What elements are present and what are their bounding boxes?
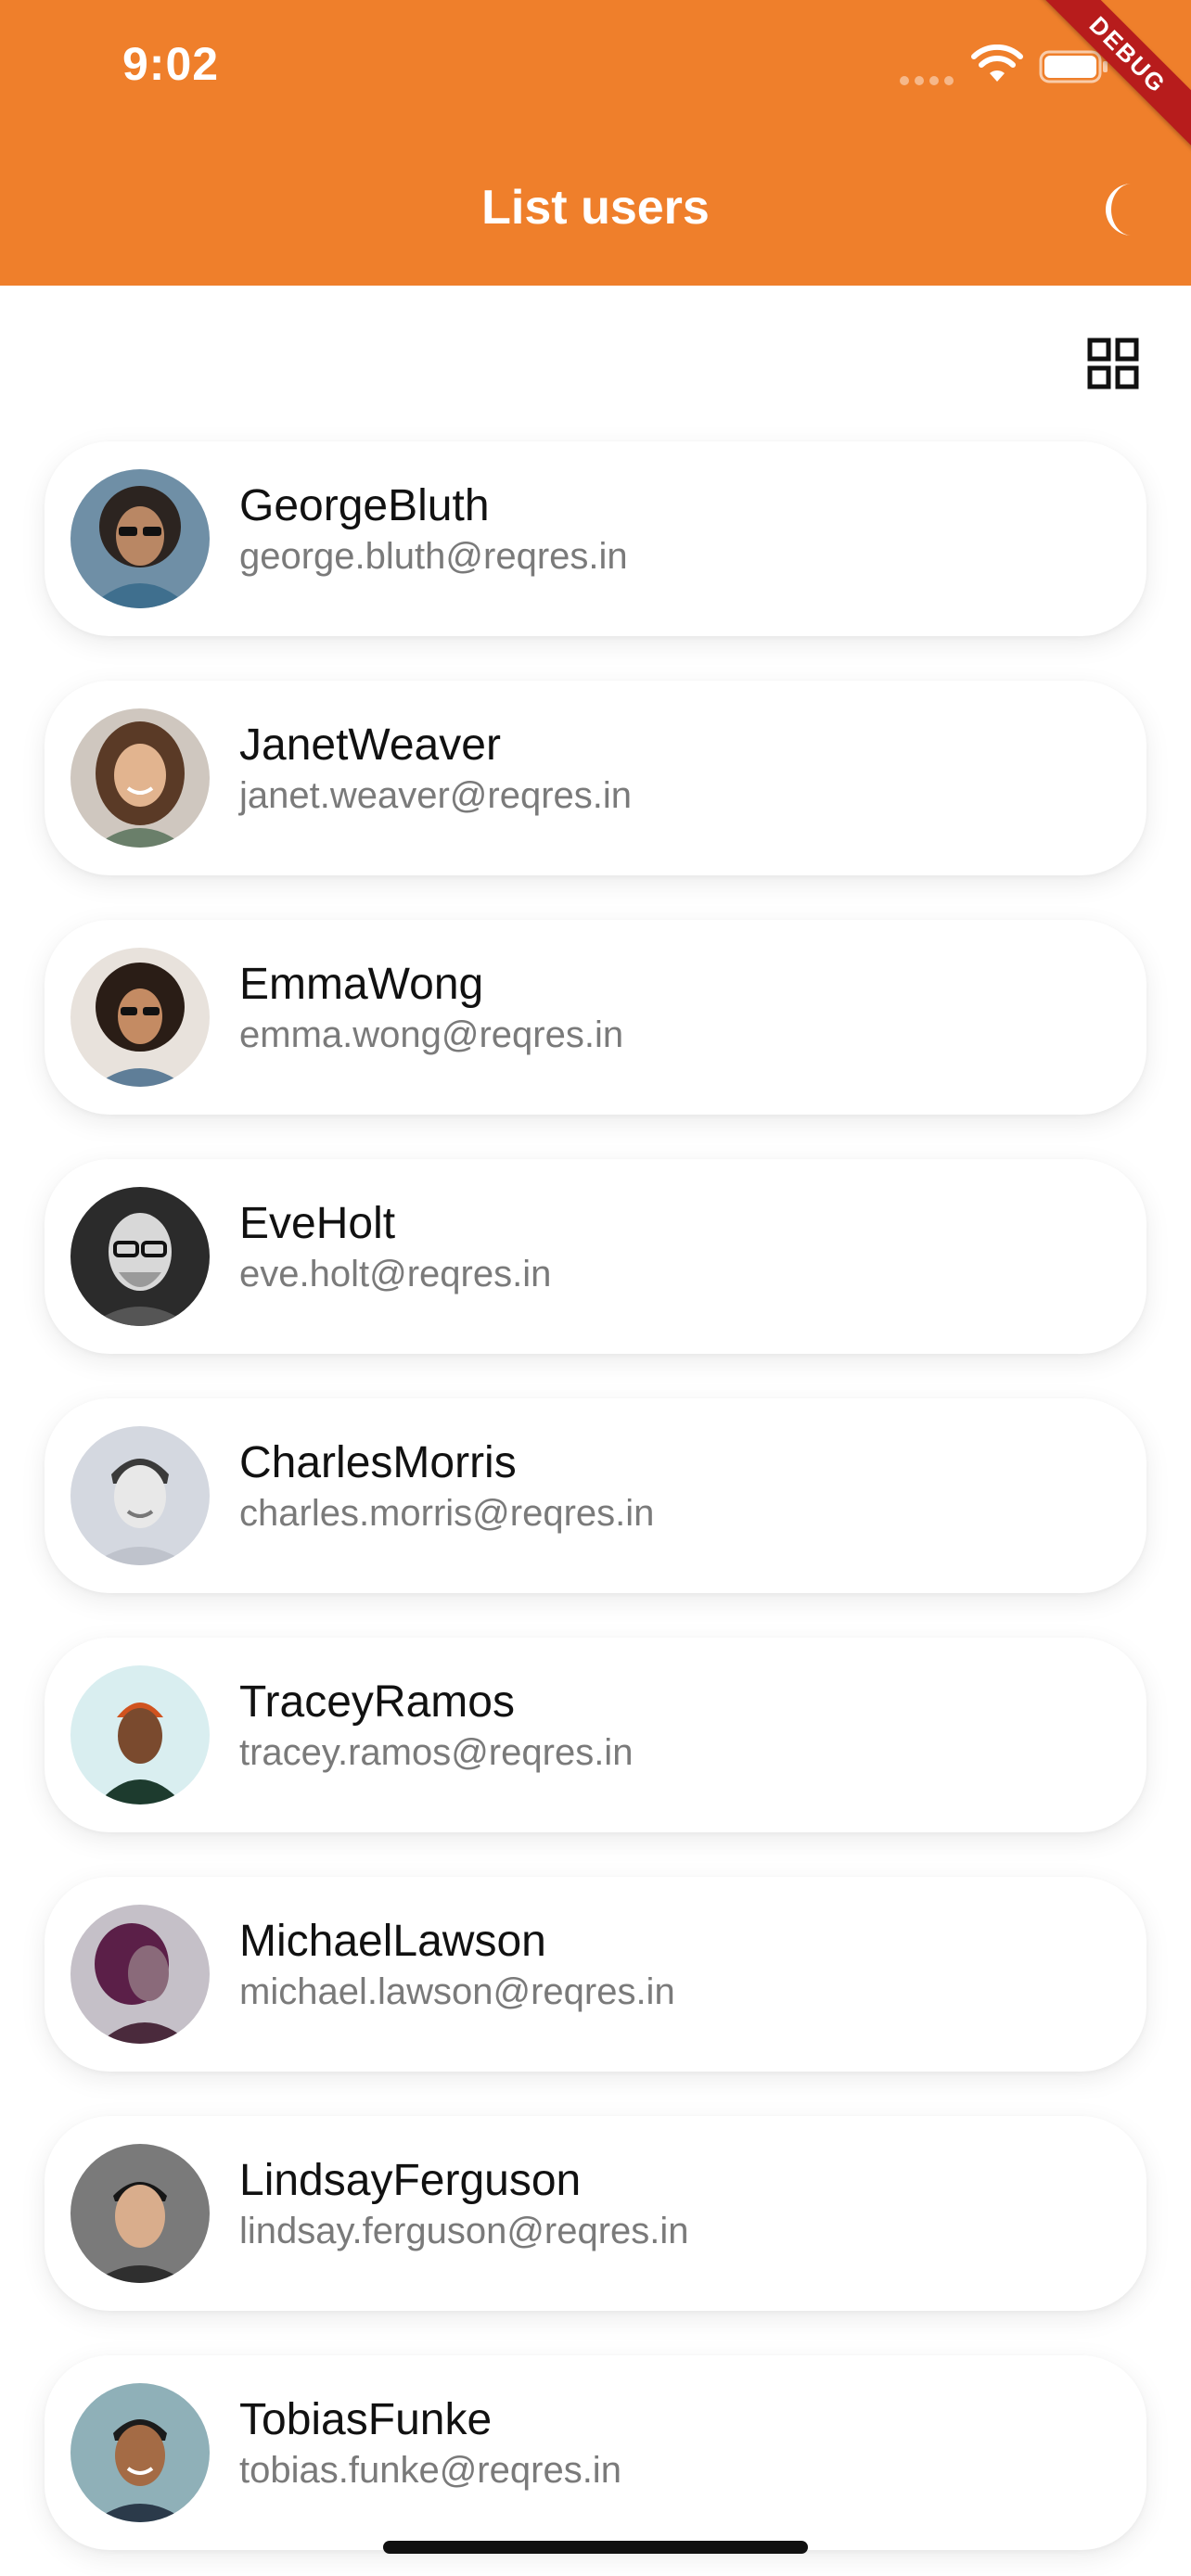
status-time: 9:02 (122, 38, 220, 90)
avatar (70, 1187, 210, 1326)
avatar (70, 469, 210, 608)
user-email: tracey.ramos@reqres.in (239, 1732, 634, 1773)
user-name: TraceyRamos (239, 1677, 515, 1727)
user-card[interactable]: EveHolt eve.holt@reqres.in (45, 1159, 1146, 1354)
avatar (70, 1905, 210, 2044)
user-card[interactable]: CharlesMorris charles.morris@reqres.in (45, 1398, 1146, 1593)
user-email: charles.morris@reqres.in (239, 1493, 655, 1534)
avatar (70, 708, 210, 848)
user-name: JanetWeaver (239, 721, 501, 770)
page-title: List users (481, 181, 710, 235)
user-name: EveHolt (239, 1199, 396, 1248)
user-email: michael.lawson@reqres.in (239, 1971, 675, 2012)
user-card[interactable]: LindsayFerguson lindsay.ferguson@reqres.… (45, 2116, 1146, 2311)
user-email: george.bluth@reqres.in (239, 536, 628, 577)
app-bar: 9:02 DEBUG List users (0, 0, 1191, 286)
avatar (70, 2144, 210, 2283)
user-name: GeorgeBluth (239, 481, 490, 530)
user-email: tobias.funke@reqres.in (239, 2450, 621, 2491)
user-card[interactable]: GeorgeBluth george.bluth@reqres.in (45, 441, 1146, 636)
moon-icon[interactable] (1100, 182, 1145, 237)
avatar (70, 1665, 210, 1804)
user-name: MichaelLawson (239, 1917, 546, 1966)
avatar (70, 2383, 210, 2522)
user-email: janet.weaver@reqres.in (239, 775, 633, 816)
user-card[interactable]: EmmaWong emma.wong@reqres.in (45, 920, 1146, 1115)
wifi-icon (971, 45, 1023, 82)
user-card[interactable]: JanetWeaver janet.weaver@reqres.in (45, 681, 1146, 875)
user-card[interactable]: TraceyRamos tracey.ramos@reqres.in (45, 1638, 1146, 1832)
user-card[interactable]: TobiasFunke tobias.funke@reqres.in (45, 2355, 1146, 2550)
user-name: TobiasFunke (239, 2395, 493, 2444)
user-name: LindsayFerguson (239, 2156, 582, 2205)
user-email: emma.wong@reqres.in (239, 1014, 624, 1055)
user-email: lindsay.ferguson@reqres.in (239, 2211, 689, 2251)
user-card[interactable]: MichaelLawson michael.lawson@reqres.in (45, 1877, 1146, 2072)
grid-view-icon[interactable] (1087, 338, 1139, 389)
user-name: EmmaWong (239, 960, 484, 1009)
avatar (70, 1426, 210, 1565)
user-name: CharlesMorris (239, 1438, 517, 1487)
avatar (70, 948, 210, 1087)
user-email: eve.holt@reqres.in (239, 1254, 552, 1294)
cellular-signal-icon (900, 76, 954, 85)
home-indicator[interactable] (383, 2541, 808, 2554)
